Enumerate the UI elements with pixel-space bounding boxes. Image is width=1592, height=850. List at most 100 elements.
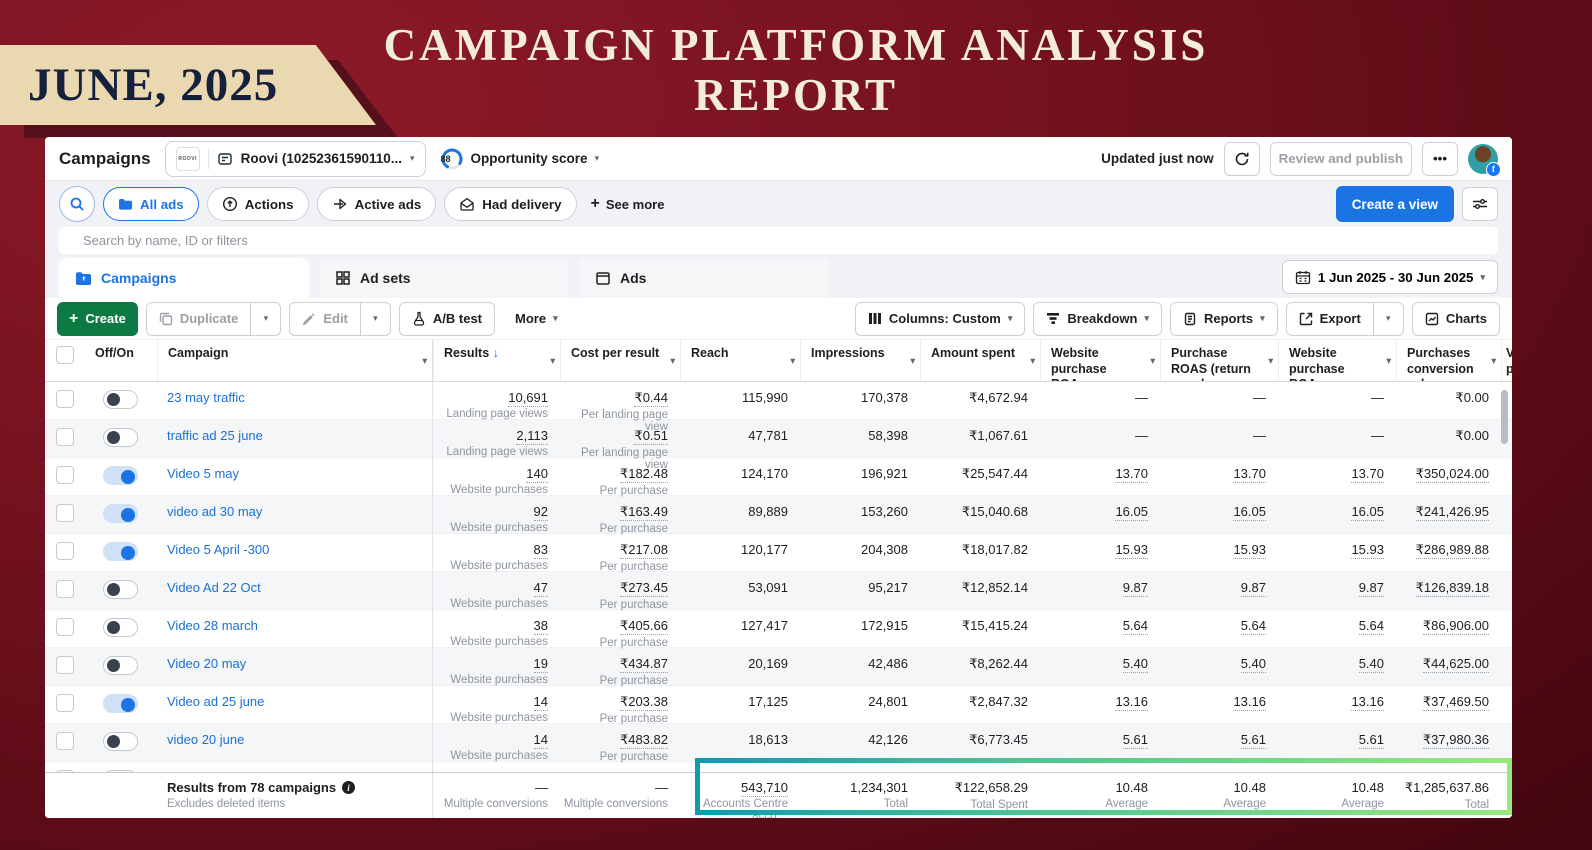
filter-pill-active-ads[interactable]: Active ads	[317, 187, 437, 221]
date-range-label: 1 Jun 2025 - 30 Jun 2025	[1318, 270, 1474, 285]
campaign-toggle[interactable]	[103, 504, 138, 523]
filter-pill-label: Actions	[245, 197, 294, 212]
col-header-website-purchase-roas-2[interactable]: Website purchase ROA...	[1278, 340, 1396, 381]
campaign-name-link[interactable]: Video 5 April -300	[167, 542, 269, 557]
table-row: Video ad 25 june14Website purchases₹203.…	[45, 686, 1512, 724]
campaign-name-link[interactable]: traffic ad 25 june	[167, 428, 263, 443]
filter-pill-actions[interactable]: Actions	[207, 187, 309, 221]
campaign-toggle[interactable]	[103, 542, 138, 561]
page-title: Campaigns	[59, 149, 151, 169]
col-header-reach[interactable]: Reach	[680, 340, 800, 381]
campaign-name-link[interactable]: Video 20 may	[167, 656, 246, 671]
charts-button[interactable]: Charts	[1412, 302, 1500, 336]
vertical-scrollbar[interactable]	[1501, 390, 1508, 444]
campaign-toggle[interactable]	[103, 694, 138, 713]
row-checkbox[interactable]	[56, 618, 74, 636]
columns-button[interactable]: Columns: Custom	[855, 302, 1025, 336]
col-header-purchase-roas[interactable]: Purchase ROAS (return on ad...	[1160, 340, 1278, 381]
create-a-view-button[interactable]: Create a view	[1336, 186, 1454, 222]
row-checkbox[interactable]	[56, 390, 74, 408]
campaign-toggle[interactable]	[103, 580, 138, 599]
select-all-checkbox[interactable]	[56, 346, 74, 364]
campaign-toggle[interactable]	[103, 390, 138, 409]
metric-cell: 124,170	[680, 458, 800, 497]
metric-cell: 20,169	[680, 648, 800, 687]
metric-cell: 13.16	[1160, 686, 1278, 725]
export-button[interactable]: Export	[1286, 302, 1374, 336]
create-button[interactable]: Create	[57, 302, 138, 336]
row-checkbox[interactable]	[56, 542, 74, 560]
metric-cell: ₹182.48Per purchase	[560, 458, 680, 497]
footer-note: Excludes deleted items	[167, 798, 432, 810]
export-label: Export	[1320, 311, 1361, 326]
edit-button[interactable]: Edit	[289, 302, 361, 336]
campaign-toggle[interactable]	[103, 732, 138, 751]
campaign-name-link[interactable]: Video 5 may	[167, 466, 239, 481]
edit-menu-button[interactable]	[361, 302, 391, 336]
col-header-campaign[interactable]: Campaign	[157, 340, 433, 381]
search-filter-button[interactable]	[59, 186, 95, 222]
tab-ad-sets[interactable]: Ad sets	[319, 258, 569, 298]
duplicate-menu-button[interactable]	[251, 302, 281, 336]
avatar[interactable]	[1468, 144, 1498, 174]
campaign-toggle[interactable]	[103, 656, 138, 675]
filter-pill-all-ads[interactable]: All ads	[103, 187, 199, 221]
opportunity-score[interactable]: 88 Opportunity score	[440, 147, 600, 171]
filter-pill-had-delivery[interactable]: Had delivery	[444, 187, 576, 221]
duplicate-button[interactable]: Duplicate	[146, 302, 252, 336]
metric-cell: ₹126,839.18	[1396, 572, 1501, 611]
col-header-amount-spent[interactable]: Amount spent	[920, 340, 1040, 381]
row-checkbox[interactable]	[56, 466, 74, 484]
export-menu-button[interactable]	[1374, 302, 1404, 336]
view-settings-button[interactable]	[1462, 187, 1498, 221]
see-more-button[interactable]: See more	[591, 195, 665, 213]
campaign-name-link[interactable]: video 20 june	[167, 732, 244, 747]
table-header: Off/On Campaign Results Cost per result …	[45, 340, 1512, 382]
breakdown-button[interactable]: Breakdown	[1033, 302, 1162, 336]
date-range-picker[interactable]: 1 Jun 2025 - 30 Jun 2025	[1282, 260, 1498, 294]
campaign-toggle[interactable]	[103, 618, 138, 637]
campaign-name-link[interactable]: Video ad 25 june	[167, 694, 264, 709]
tab-campaigns[interactable]: Campaigns	[59, 258, 309, 298]
chevron-down-icon	[373, 313, 378, 324]
row-checkbox[interactable]	[56, 428, 74, 446]
more-options-button[interactable]: •••	[1422, 142, 1458, 176]
more-button[interactable]: More	[503, 302, 570, 336]
col-header-website-purchase-roas[interactable]: Website purchase ROA...	[1040, 340, 1160, 381]
metric-cell: 15.93	[1040, 534, 1160, 573]
footer-impressions: 1,234,301	[850, 780, 908, 795]
refresh-button[interactable]	[1224, 142, 1260, 176]
tab-ads[interactable]: Ads	[579, 258, 829, 298]
search-input[interactable]	[59, 227, 1498, 254]
review-and-publish-button[interactable]: Review and publish	[1270, 142, 1412, 176]
flask-icon	[412, 311, 426, 326]
col-header-impressions[interactable]: Impressions	[800, 340, 920, 381]
info-icon[interactable]	[342, 781, 355, 794]
campaign-name-link[interactable]: 23 may traffic	[167, 390, 245, 405]
metric-cell: 9.87	[1278, 572, 1396, 611]
updated-status: Updated just now	[1101, 151, 1214, 166]
row-checkbox[interactable]	[56, 656, 74, 674]
col-header-results[interactable]: Results	[433, 340, 560, 381]
col-header-purchases-conversion-value[interactable]: Purchases conversion value	[1396, 340, 1501, 381]
account-selector[interactable]: ROOVI Roovi (10252361590110...	[165, 141, 426, 177]
row-checkbox[interactable]	[56, 504, 74, 522]
campaign-name-link[interactable]: Video Ad 22 Oct	[167, 580, 261, 595]
envelope-icon	[459, 197, 475, 211]
play-arrow-icon	[332, 197, 348, 211]
ab-test-button[interactable]: A/B test	[399, 302, 495, 336]
metric-cell: ₹241,426.95	[1396, 496, 1501, 535]
col-header-cost-per-result[interactable]: Cost per result	[560, 340, 680, 381]
table-card: Create Duplicate Edit	[45, 298, 1512, 818]
campaign-toggle[interactable]	[103, 428, 138, 447]
ads-manager-window: Campaigns ROOVI Roovi (10252361590110...…	[45, 137, 1512, 818]
row-checkbox[interactable]	[56, 732, 74, 750]
row-checkbox[interactable]	[56, 694, 74, 712]
campaign-name-link[interactable]: Video 28 march	[167, 618, 258, 633]
reports-button[interactable]: Reports	[1170, 302, 1278, 336]
metric-cell: 120,177	[680, 534, 800, 573]
table-row: 23 may traffic10,691Landing page views₹0…	[45, 382, 1512, 420]
campaign-name-link[interactable]: video ad 30 may	[167, 504, 262, 519]
campaign-toggle[interactable]	[103, 466, 138, 485]
row-checkbox[interactable]	[56, 580, 74, 598]
